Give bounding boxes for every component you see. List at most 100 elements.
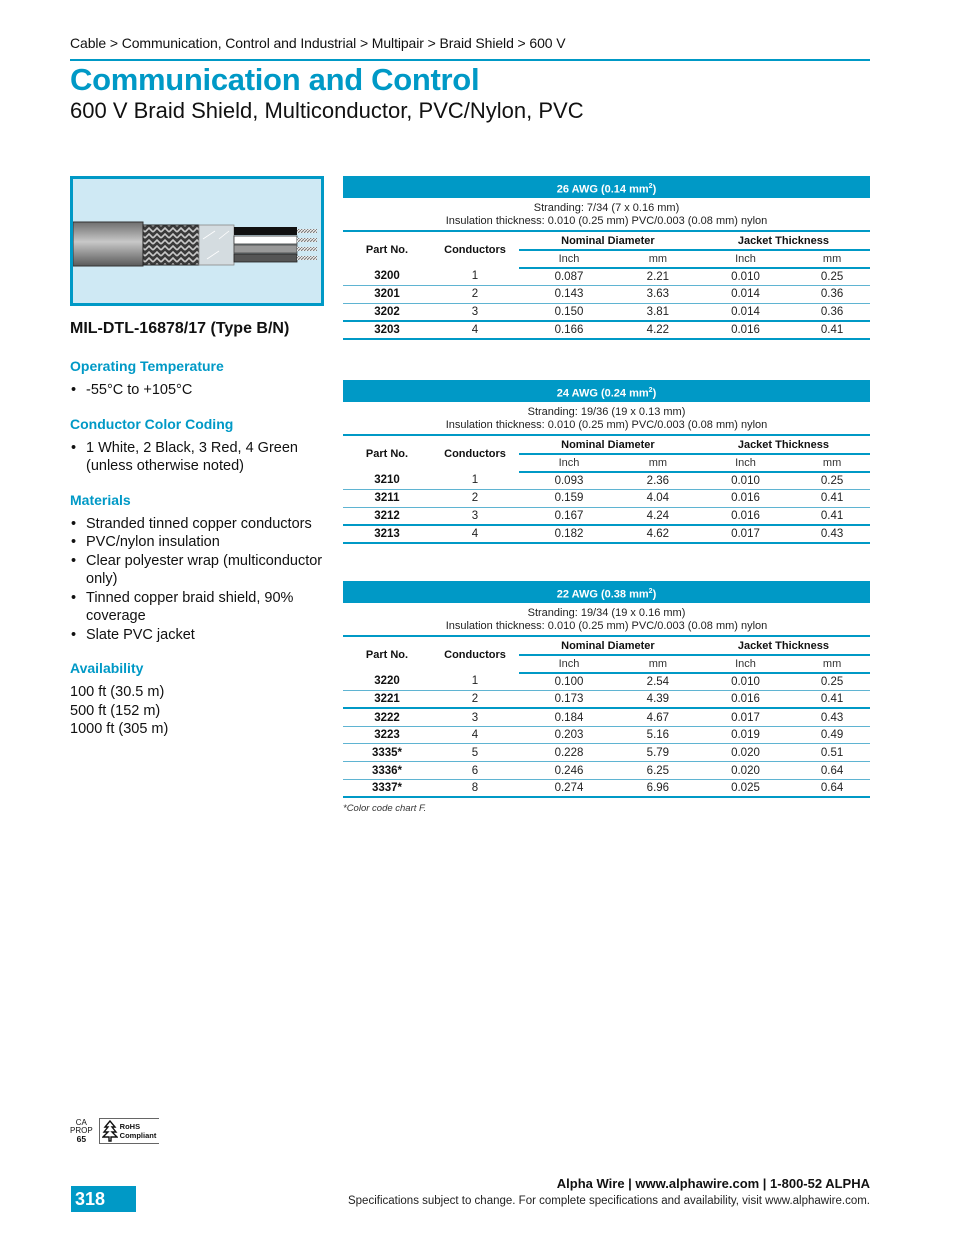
cell-diameter-mm: 4.67 xyxy=(618,708,697,727)
list-item: Clear polyester wrap (multiconductor onl… xyxy=(70,552,335,589)
cell-jacket-mm: 0.49 xyxy=(794,726,870,745)
stranding-text: Stranding: 7/34 (7 x 0.16 mm) xyxy=(533,202,680,214)
cell-part-no: 3222 xyxy=(343,708,431,727)
cell-diameter-mm: 5.79 xyxy=(618,743,697,763)
certifications: CA PROP 65 RoHS Compliant xyxy=(70,1118,160,1144)
section-heading: Availability xyxy=(70,660,144,676)
cell-diameter-inch: 0.100 xyxy=(519,672,619,692)
list-item: Slate PVC jacket xyxy=(70,626,335,645)
cell-diameter-mm: 4.39 xyxy=(618,690,697,710)
cable-cross-section-icon xyxy=(73,221,317,267)
cell-jacket-mm: 0.51 xyxy=(794,743,870,763)
cell-conductors: 6 xyxy=(431,761,519,781)
col-header-jacket-thickness: Jacket Thickness xyxy=(696,436,870,455)
list-item: 1 White, 2 Black, 3 Red, 4 Green (unless… xyxy=(70,439,335,476)
awg-label-close: ) xyxy=(652,588,657,601)
cell-diameter-mm: 2.54 xyxy=(618,672,697,692)
cell-part-no: 3212 xyxy=(343,507,431,527)
section-heading: Operating Temperature xyxy=(70,358,224,374)
cell-diameter-inch: 0.093 xyxy=(519,471,619,491)
cell-jacket-inch: 0.020 xyxy=(696,761,795,781)
cell-diameter-inch: 0.203 xyxy=(519,726,619,745)
rohs-compliant-badge: RoHS Compliant xyxy=(98,1118,160,1144)
section-heading: Conductor Color Coding xyxy=(70,415,234,432)
cell-jacket-inch: 0.014 xyxy=(696,285,795,304)
footer-note: Specifications subject to change. For co… xyxy=(347,1195,870,1207)
cell-conductors: 8 xyxy=(431,779,519,799)
cell-part-no: 3202 xyxy=(343,303,431,323)
col-header-mm: mm xyxy=(794,250,870,269)
table-row: 3210 1 0.093 2.36 0.010 0.25 xyxy=(343,471,870,491)
cell-diameter-mm: 2.36 xyxy=(618,471,697,491)
cell-diameter-inch: 0.184 xyxy=(519,708,619,727)
availability-item: 500 ft (152 m) xyxy=(70,702,161,719)
spec-table: Part No. Conductors Nominal Diameter Jacket… xyxy=(343,436,870,544)
rohs-label: Compliant xyxy=(119,1131,157,1140)
cell-diameter-inch: 0.173 xyxy=(519,690,619,710)
col-header-part-no: Part No. xyxy=(365,648,409,661)
cell-conductors: 2 xyxy=(431,690,519,710)
list-item: -55°C to +105°C xyxy=(70,381,335,400)
cell-conductors: 2 xyxy=(431,489,519,508)
rohs-label: RoHS xyxy=(119,1122,141,1131)
temperature-section: Operating Temperature -55°C to +105°C xyxy=(70,358,335,400)
table-row: 3335* 5 0.228 5.79 0.020 0.51 xyxy=(343,743,870,763)
cell-diameter-inch: 0.274 xyxy=(519,779,619,799)
col-header-inch: Inch xyxy=(696,454,795,473)
list-item: Tinned copper braid shield, 90% coverage xyxy=(70,589,335,626)
cell-jacket-inch: 0.010 xyxy=(696,471,795,491)
cell-jacket-mm: 0.36 xyxy=(794,303,870,323)
cell-jacket-mm: 0.64 xyxy=(794,761,870,781)
cable-figure xyxy=(70,176,324,306)
product-features: Operating Temperature -55°C to +105°C Co… xyxy=(70,358,335,755)
list-item: PVC/nylon insulation xyxy=(70,533,335,552)
cell-jacket-mm: 0.36 xyxy=(794,285,870,304)
cell-part-no: 3210 xyxy=(343,471,431,491)
awg-header: 24 AWG (0.24 mm2) xyxy=(343,380,870,402)
table-row: 3203 4 0.166 4.22 0.016 0.41 xyxy=(343,321,870,340)
cell-part-no: 3335* xyxy=(343,743,431,763)
color-coding-section: Conductor Color Coding 1 White, 2 Black,… xyxy=(70,416,335,476)
awg-label-close: ) xyxy=(652,387,657,400)
cell-diameter-mm: 4.62 xyxy=(618,525,697,544)
insulation-text: Insulation thickness: 0.010 (0.25 mm) PV… xyxy=(445,619,768,632)
cell-diameter-inch: 0.166 xyxy=(519,321,619,340)
stranding-text: Stranding: 19/34 (19 x 0.16 mm) xyxy=(527,607,686,619)
cell-part-no: 3220 xyxy=(343,672,431,692)
insulation-text: Insulation thickness: 0.010 (0.25 mm) PV… xyxy=(445,214,768,227)
spec-title: MIL-DTL-16878/17 (Type B/N) xyxy=(70,320,290,337)
footer-brand-line: Alpha Wire | www.alphawire.com | 1-800-5… xyxy=(556,1176,870,1191)
ca-prop65-mark: CA PROP 65 xyxy=(70,1118,93,1144)
table-row: 3202 3 0.150 3.81 0.014 0.36 xyxy=(343,303,870,323)
awg-table-22: 22 AWG (0.38 mm2) Stranding: 19/34 (19 x … xyxy=(343,581,870,814)
table-row: 3201 2 0.143 3.63 0.014 0.36 xyxy=(343,285,870,304)
col-header-jacket-thickness: Jacket Thickness xyxy=(696,232,870,251)
spec-table: Part No. Conductors Nominal Diameter Jacket… xyxy=(343,232,870,340)
awg-label: 22 AWG (0.38 mm xyxy=(556,588,649,601)
cell-diameter-inch: 0.246 xyxy=(519,761,619,781)
cell-diameter-inch: 0.182 xyxy=(519,525,619,544)
awg-header: 22 AWG (0.38 mm2) xyxy=(343,581,870,603)
cell-jacket-inch: 0.010 xyxy=(696,267,795,287)
table-row: 3222 3 0.184 4.67 0.017 0.43 xyxy=(343,708,870,727)
col-header-inch: Inch xyxy=(519,250,619,269)
page-number: 318 xyxy=(71,1186,136,1212)
col-header-mm: mm xyxy=(618,655,697,674)
cell-part-no: 3223 xyxy=(343,726,431,745)
header-divider xyxy=(70,59,870,61)
col-header-mm: mm xyxy=(618,454,697,473)
awg-table-24: 24 AWG (0.24 mm2) Stranding: 19/36 (19 x … xyxy=(343,380,870,544)
footnote: *Color code chart F. xyxy=(343,803,427,815)
section-heading: Materials xyxy=(70,491,131,508)
cell-part-no: 3337* xyxy=(343,779,431,799)
cell-jacket-inch: 0.016 xyxy=(696,321,795,340)
cell-diameter-mm: 3.63 xyxy=(618,285,697,304)
table-row: 3337* 8 0.274 6.96 0.025 0.64 xyxy=(343,779,870,799)
cell-diameter-mm: 4.04 xyxy=(618,489,697,508)
col-header-nominal-diameter: Nominal Diameter xyxy=(519,637,697,656)
cell-diameter-inch: 0.228 xyxy=(519,743,619,763)
awg-label-close: ) xyxy=(652,183,657,196)
cell-diameter-mm: 6.25 xyxy=(618,761,697,781)
col-header-conductors: Conductors xyxy=(444,447,506,460)
cell-jacket-inch: 0.020 xyxy=(696,743,795,763)
